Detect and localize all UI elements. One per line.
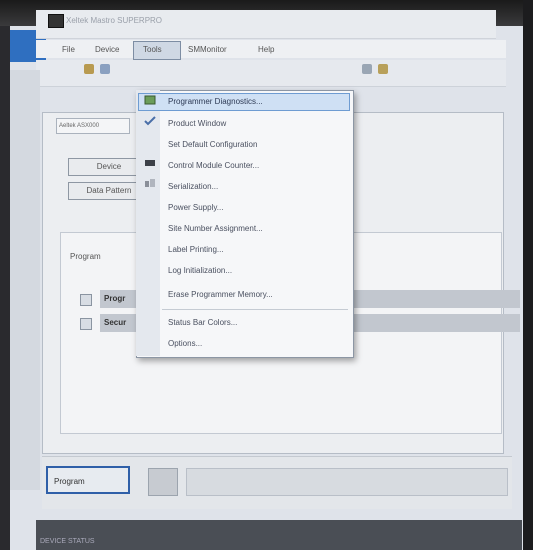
menu-item-power-supply[interactable]: Power Supply... <box>168 203 223 212</box>
menu-tools[interactable]: Tools <box>143 45 162 54</box>
checkbox-icon[interactable] <box>80 294 92 306</box>
menu-help[interactable]: Help <box>258 45 274 54</box>
menu-device[interactable]: Device <box>95 45 119 54</box>
menu-item-label-printing[interactable]: Label Printing... <box>168 245 224 254</box>
check-icon <box>144 116 156 126</box>
toolbar-icon[interactable] <box>100 64 110 74</box>
menu-item-set-default-configuration[interactable]: Set Default Configuration <box>168 140 257 149</box>
row-label-security: Secur <box>104 318 127 327</box>
toolbar-icon[interactable] <box>84 64 94 74</box>
monitor-bezel-right <box>523 0 533 550</box>
status-bar <box>36 520 522 550</box>
menu-file[interactable]: File <box>62 45 75 54</box>
menu-icon-gutter <box>136 90 160 356</box>
left-side-strip <box>10 70 40 490</box>
menu-smmonitor[interactable]: SMMonitor <box>188 45 227 54</box>
serialization-icon <box>144 178 156 188</box>
diagnostics-icon <box>144 95 156 105</box>
app-icon <box>48 14 64 28</box>
toolbar-icon[interactable] <box>378 64 388 74</box>
stop-button[interactable] <box>148 468 178 496</box>
menu-item-serialization[interactable]: Serialization... <box>168 182 218 191</box>
menu-separator <box>162 309 348 310</box>
menu-item-programmer-diagnostics[interactable]: Programmer Diagnostics... <box>168 97 263 106</box>
menu-item-log-initialization[interactable]: Log Initialization... <box>168 266 232 275</box>
menu-item-site-number-assignment[interactable]: Site Number Assignment... <box>168 224 263 233</box>
toolbar-icon[interactable] <box>362 64 372 74</box>
counter-icon <box>144 158 156 168</box>
menu-item-options[interactable]: Options... <box>168 339 202 348</box>
row-label-program: Progr <box>104 294 126 303</box>
status-text: DEVICE STATUS <box>40 538 95 545</box>
program-button[interactable]: Program <box>46 466 130 494</box>
panel-tab[interactable]: Aeltek ASX000 Configuration <box>56 118 130 134</box>
checkbox-icon[interactable] <box>80 318 92 330</box>
tab-program[interactable]: Program <box>70 252 101 261</box>
app-title: Xeltek Mastro SUPERPRO <box>66 16 163 25</box>
menu-item-control-module-counter[interactable]: Control Module Counter... <box>168 161 259 170</box>
menu-item-erase-programmer-memory[interactable]: Erase Programmer Memory... <box>168 290 273 299</box>
menu-item-product-window[interactable]: Product Window <box>168 119 226 128</box>
menu-item-status-bar-colors[interactable]: Status Bar Colors... <box>168 318 237 327</box>
progress-field <box>186 468 508 496</box>
